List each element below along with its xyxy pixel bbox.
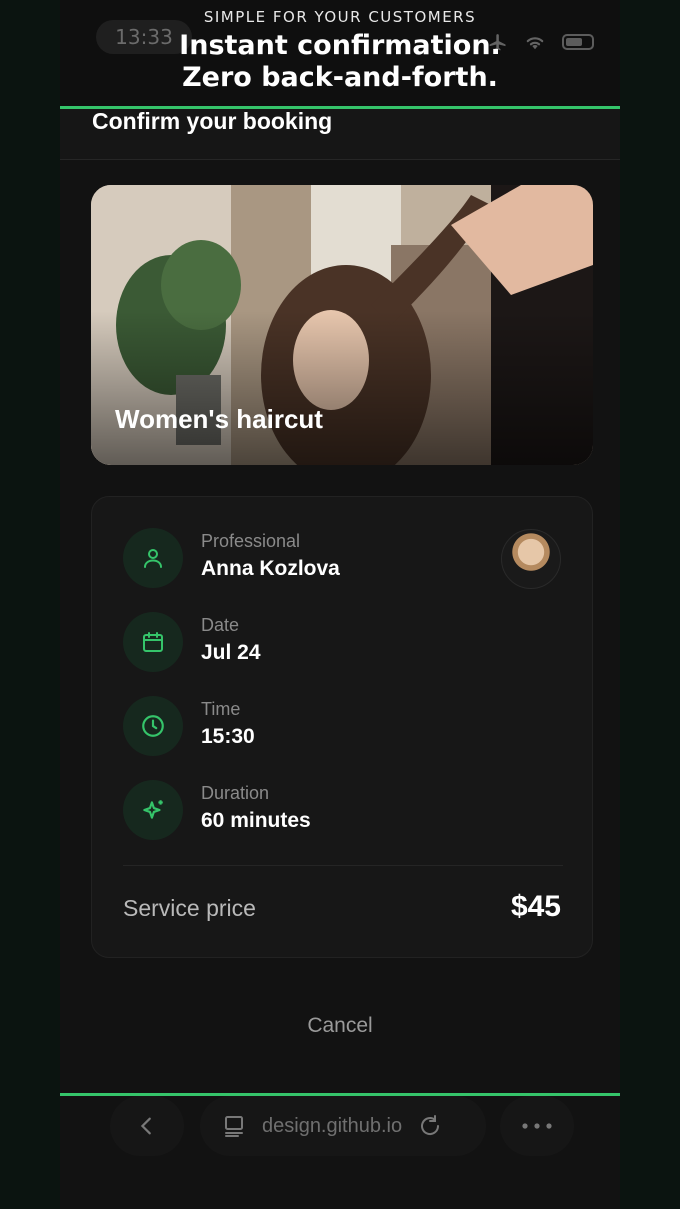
back-button[interactable] — [110, 1096, 184, 1156]
detail-row-duration: Duration 60 minutes — [123, 780, 563, 840]
service-image-card: Women's haircut — [91, 185, 593, 465]
duration-value: 60 minutes — [201, 809, 311, 832]
reload-icon[interactable] — [418, 1114, 442, 1138]
time-value: 15:30 — [201, 725, 255, 748]
accent-line-bottom — [60, 1093, 620, 1096]
screen: SIMPLE FOR YOUR CUSTOMERS Instant confir… — [0, 0, 680, 1209]
calendar-icon — [123, 612, 183, 672]
more-icon — [522, 1123, 552, 1129]
detail-row-professional: Professional Anna Kozlova — [123, 528, 563, 588]
url-text: design.github.io — [262, 1114, 403, 1137]
cancel-button[interactable]: Cancel — [60, 1014, 620, 1038]
price-value: $45 — [510, 890, 561, 923]
date-value: Jul 24 — [201, 641, 261, 664]
professional-label: Professional — [201, 531, 301, 551]
caption-headline: Instant confirmation. Zero back-and-fort… — [0, 30, 680, 94]
sparkle-icon — [123, 780, 183, 840]
accent-line-top — [60, 106, 620, 109]
phone-screen: 13:33 Confirm your booking Women's hairc… — [60, 0, 620, 1209]
detail-row-time: Time 15:30 — [123, 696, 563, 756]
person-icon — [123, 528, 183, 588]
date-label: Date — [201, 615, 240, 635]
professional-avatar — [501, 529, 561, 589]
promo-caption: SIMPLE FOR YOUR CUSTOMERS Instant confir… — [0, 8, 680, 94]
address-bar[interactable]: design.github.io — [200, 1096, 486, 1156]
browser-toolbar: design.github.io — [60, 1096, 620, 1209]
duration-label: Duration — [201, 783, 270, 803]
booking-details-card: Professional Anna Kozlova Date Jul 24 Ti… — [91, 496, 593, 958]
price-divider — [123, 865, 563, 866]
page-title: Confirm your booking — [92, 108, 333, 134]
professional-value: Anna Kozlova — [201, 557, 340, 580]
page-header: Confirm your booking — [60, 108, 620, 160]
caption-eyebrow: SIMPLE FOR YOUR CUSTOMERS — [203, 8, 477, 26]
price-label: Service price — [123, 895, 256, 921]
detail-row-date: Date Jul 24 — [123, 612, 563, 672]
time-label: Time — [201, 699, 241, 719]
page-icon — [225, 1116, 243, 1137]
caption-headline-line2: Zero back-and-forth. — [182, 62, 498, 93]
caption-headline-line1: Instant confirmation. — [179, 30, 501, 61]
service-title: Women's haircut — [115, 404, 323, 434]
clock-icon — [123, 696, 183, 756]
chevron-left-icon — [140, 1117, 151, 1135]
more-menu-button[interactable] — [500, 1096, 574, 1156]
